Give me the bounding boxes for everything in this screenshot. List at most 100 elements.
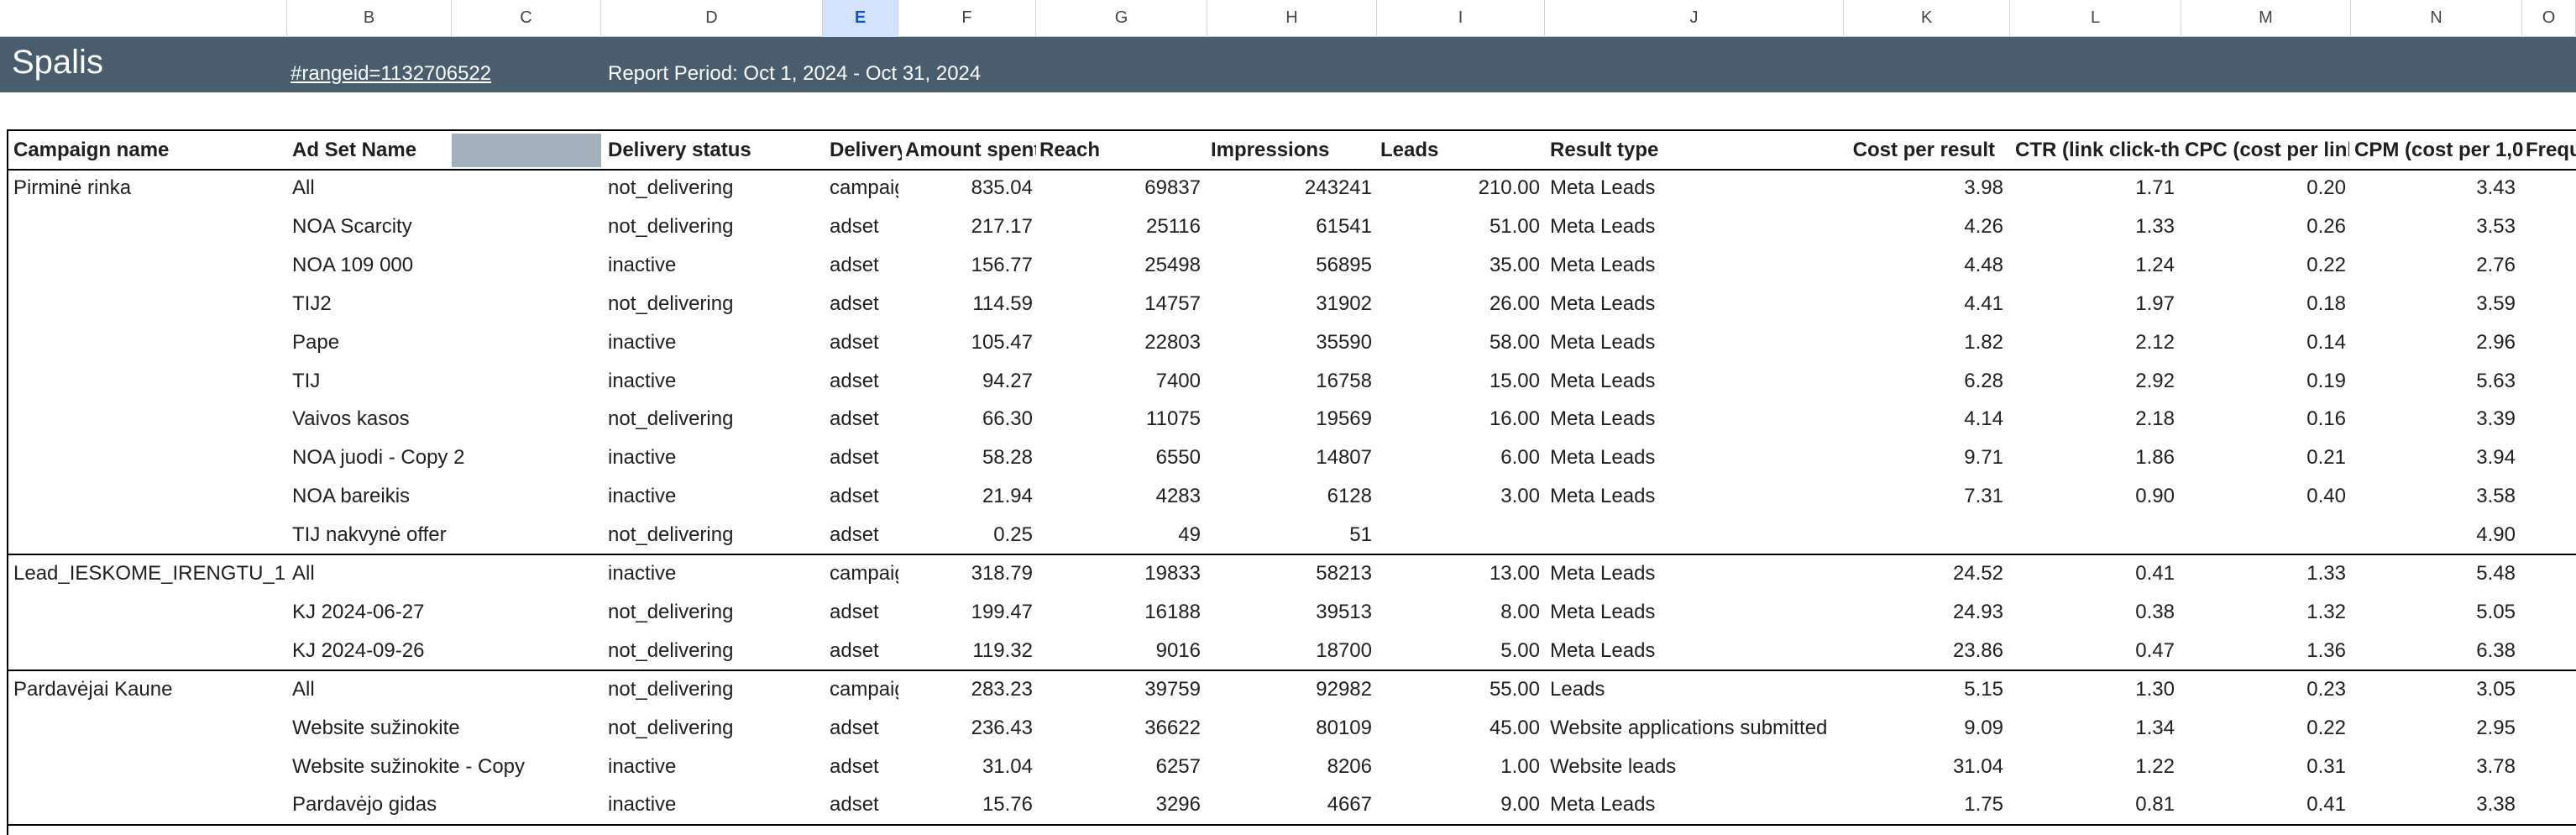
- cell-ad-set-name[interactable]: TIJ nakvynė offer: [292, 516, 603, 554]
- cell-cpc[interactable]: 1.32: [2181, 593, 2346, 632]
- column-header-c[interactable]: C: [452, 0, 601, 37]
- cell-amount-spent[interactable]: 31.04: [898, 748, 1033, 786]
- cell-ad-set-name[interactable]: NOA Scarcity: [292, 207, 603, 246]
- cell-campaign-name[interactable]: [13, 516, 287, 554]
- cell-impressions[interactable]: 31902: [1207, 285, 1372, 323]
- cell-cost-per-result[interactable]: 4.14: [1844, 400, 2003, 439]
- cell-result-type[interactable]: Meta Leads: [1550, 323, 1839, 362]
- cell-cpm[interactable]: 4.90: [2351, 516, 2516, 554]
- cell-campaign-name[interactable]: [13, 323, 287, 362]
- cell-reach[interactable]: 6257: [1036, 748, 1201, 786]
- cell-delivery-status[interactable]: inactive: [608, 785, 823, 824]
- column-header-blank[interactable]: [0, 0, 287, 37]
- cell-result-type[interactable]: Leads: [1550, 670, 1839, 709]
- cell-leads[interactable]: 5.00: [1377, 632, 1540, 670]
- cell-delivery-status[interactable]: inactive: [608, 323, 823, 362]
- cell-cost-per-result[interactable]: 9.09: [1844, 709, 2003, 748]
- cell-delivery-status[interactable]: not_delivering: [608, 593, 823, 632]
- cell-ctr[interactable]: 1.22: [2010, 748, 2175, 786]
- column-header-i[interactable]: I: [1377, 0, 1545, 37]
- cell-cpm[interactable]: 3.58: [2351, 477, 2516, 516]
- cell-delivery-status[interactable]: inactive: [608, 439, 823, 477]
- cell-impressions[interactable]: 92982: [1207, 670, 1372, 709]
- cell-impressions[interactable]: 39513: [1207, 593, 1372, 632]
- cell-impressions[interactable]: 8206: [1207, 748, 1372, 786]
- cell-leads[interactable]: 210.00: [1377, 169, 1540, 207]
- cell-ad-set-name[interactable]: Vaivos kasos: [292, 400, 603, 439]
- cell-cpc[interactable]: 0.18: [2181, 285, 2346, 323]
- cell-ad-set-name[interactable]: NOA juodi - Copy 2: [292, 439, 603, 477]
- cell-campaign-name[interactable]: Pirminė rinka: [13, 169, 287, 207]
- cell-impressions[interactable]: 35590: [1207, 323, 1372, 362]
- cell-reach[interactable]: 4283: [1036, 477, 1201, 516]
- cell-delivery-status[interactable]: not_delivering: [608, 709, 823, 748]
- cell-reach[interactable]: 22803: [1036, 323, 1201, 362]
- cell-cpm[interactable]: 3.05: [2351, 670, 2516, 709]
- cell-result-type[interactable]: Meta Leads: [1550, 439, 1839, 477]
- cell-campaign-name[interactable]: [13, 207, 287, 246]
- column-header-e[interactable]: E: [823, 0, 898, 37]
- cell-cost-per-result[interactable]: 4.26: [1844, 207, 2003, 246]
- cell-amount-spent[interactable]: 156.77: [898, 246, 1033, 285]
- cell-impressions[interactable]: 18700: [1207, 632, 1372, 670]
- cell-ctr[interactable]: 1.97: [2010, 285, 2175, 323]
- cell-reach[interactable]: 19833: [1036, 554, 1201, 593]
- cell-cpm[interactable]: 3.43: [2351, 169, 2516, 207]
- range-link[interactable]: #rangeid=1132706522: [291, 62, 491, 86]
- cell-result-type[interactable]: Meta Leads: [1550, 246, 1839, 285]
- cell-delivery-level[interactable]: adset: [830, 516, 898, 554]
- cell-cost-per-result[interactable]: 31.04: [1844, 748, 2003, 786]
- cell-result-type[interactable]: Meta Leads: [1550, 400, 1839, 439]
- cell-cpm[interactable]: 2.76: [2351, 246, 2516, 285]
- cell-reach[interactable]: 16188: [1036, 593, 1201, 632]
- cell-cpc[interactable]: 0.23: [2181, 670, 2346, 709]
- cell-cpc[interactable]: 0.20: [2181, 169, 2346, 207]
- cell-campaign-name[interactable]: [13, 632, 287, 670]
- cell-campaign-name[interactable]: [13, 709, 287, 748]
- cell-campaign-name[interactable]: [13, 439, 287, 477]
- cell-ad-set-name[interactable]: NOA 109 000: [292, 246, 603, 285]
- cell-leads[interactable]: 6.00: [1377, 439, 1540, 477]
- cell-result-type[interactable]: Website applications submitted: [1550, 709, 1839, 748]
- cell-leads[interactable]: 1.00: [1377, 748, 1540, 786]
- cell-reach[interactable]: 39759: [1036, 670, 1201, 709]
- cell-campaign-name[interactable]: [13, 400, 287, 439]
- cell-ad-set-name[interactable]: Pardavėjo gidas: [292, 785, 603, 824]
- cell-amount-spent[interactable]: 0.25: [898, 516, 1033, 554]
- cell-delivery-level[interactable]: adset: [830, 785, 898, 824]
- cell-result-type[interactable]: Website leads: [1550, 748, 1839, 786]
- cell-delivery-level[interactable]: adset: [830, 593, 898, 632]
- cell-delivery-level[interactable]: adset: [830, 477, 898, 516]
- cell-impressions[interactable]: 16758: [1207, 362, 1372, 401]
- cell-ctr[interactable]: 2.12: [2010, 323, 2175, 362]
- cell-delivery-status[interactable]: not_delivering: [608, 400, 823, 439]
- cell-delivery-status[interactable]: not_delivering: [608, 516, 823, 554]
- cell-cost-per-result[interactable]: 1.75: [1844, 785, 2003, 824]
- column-header-n[interactable]: N: [2351, 0, 2522, 37]
- cell-cpm[interactable]: 3.94: [2351, 439, 2516, 477]
- cell-result-type[interactable]: Meta Leads: [1550, 554, 1839, 593]
- cell-leads[interactable]: 45.00: [1377, 709, 1540, 748]
- cell-cpc[interactable]: 0.21: [2181, 439, 2346, 477]
- cell-reach[interactable]: 25498: [1036, 246, 1201, 285]
- cell-amount-spent[interactable]: 94.27: [898, 362, 1033, 401]
- cell-delivery-level[interactable]: adset: [830, 439, 898, 477]
- cell-cpc[interactable]: 0.26: [2181, 207, 2346, 246]
- cell-delivery-level[interactable]: adset: [830, 323, 898, 362]
- cell-delivery-status[interactable]: inactive: [608, 246, 823, 285]
- cell-ctr[interactable]: 0.41: [2010, 554, 2175, 593]
- cell-impressions[interactable]: 6128: [1207, 477, 1372, 516]
- column-header-b[interactable]: B: [287, 0, 452, 37]
- cell-ad-set-name[interactable]: Pape: [292, 323, 603, 362]
- cell-reach[interactable]: 7400: [1036, 362, 1201, 401]
- cell-leads[interactable]: [1377, 516, 1540, 554]
- cell-leads[interactable]: 3.00: [1377, 477, 1540, 516]
- cell-delivery-status[interactable]: inactive: [608, 554, 823, 593]
- cell-delivery-status[interactable]: not_delivering: [608, 632, 823, 670]
- cell-leads[interactable]: 35.00: [1377, 246, 1540, 285]
- cell-cpc[interactable]: 0.22: [2181, 246, 2346, 285]
- cell-amount-spent[interactable]: 199.47: [898, 593, 1033, 632]
- cell-cpm[interactable]: 3.78: [2351, 748, 2516, 786]
- cell-leads[interactable]: 13.00: [1377, 554, 1540, 593]
- cell-delivery-status[interactable]: not_delivering: [608, 670, 823, 709]
